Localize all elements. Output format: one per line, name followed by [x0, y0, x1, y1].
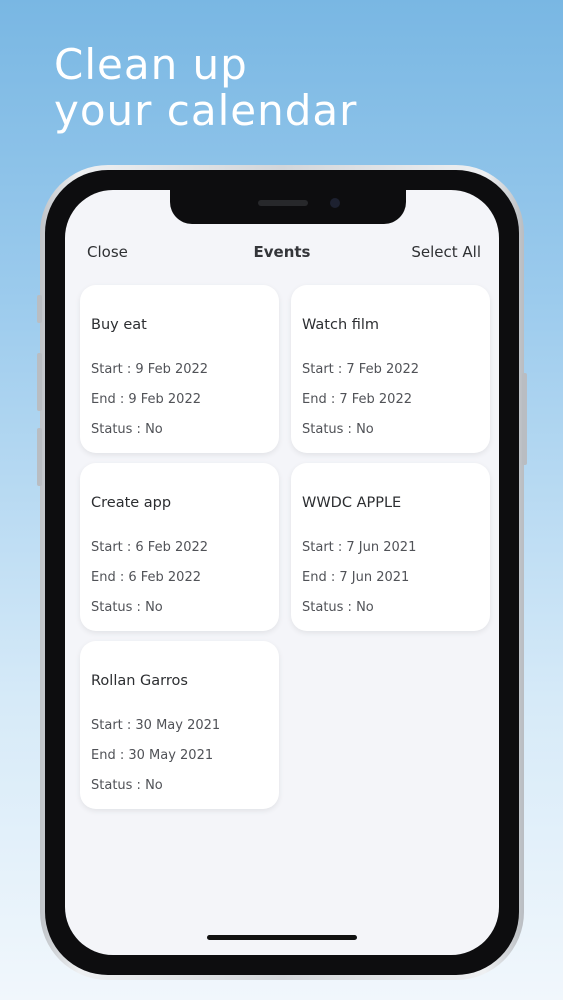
speaker-icon: [258, 200, 308, 206]
event-status: Status : No: [302, 422, 374, 437]
event-end: End : 7 Jun 2021: [302, 570, 410, 585]
event-status: Status : No: [91, 422, 163, 437]
headline-line-2: your calendar: [54, 86, 358, 135]
volume-down-button: [37, 428, 42, 486]
event-start: Start : 6 Feb 2022: [91, 540, 209, 555]
event-end: End : 7 Feb 2022: [302, 392, 412, 407]
mute-switch: [37, 295, 42, 323]
side-button: [522, 373, 527, 465]
event-title: Buy eat: [91, 317, 147, 333]
event-start: Start : 7 Jun 2021: [302, 540, 417, 555]
event-card[interactable]: Create app Start : 6 Feb 2022 End : 6 Fe…: [80, 463, 279, 631]
select-all-button[interactable]: Select All: [411, 243, 481, 261]
event-end: End : 9 Feb 2022: [91, 392, 201, 407]
event-card[interactable]: Watch film Start : 7 Feb 2022 End : 7 Fe…: [291, 285, 490, 453]
volume-up-button: [37, 353, 42, 411]
event-status: Status : No: [302, 600, 374, 615]
headline-line-1: Clean up: [54, 40, 248, 89]
event-card[interactable]: WWDC APPLE Start : 7 Jun 2021 End : 7 Ju…: [291, 463, 490, 631]
event-card[interactable]: Rollan Garros Start : 30 May 2021 End : …: [80, 641, 279, 809]
phone-frame: Close Events Select All Buy eat Start : …: [37, 165, 527, 980]
event-card[interactable]: Buy eat Start : 9 Feb 2022 End : 9 Feb 2…: [80, 285, 279, 453]
event-start: Start : 30 May 2021: [91, 718, 221, 733]
notch: [170, 190, 406, 224]
phone-screen: Close Events Select All Buy eat Start : …: [65, 190, 499, 955]
event-start: Start : 9 Feb 2022: [91, 362, 209, 377]
navigation-bar: Close Events Select All: [65, 237, 499, 269]
event-status: Status : No: [91, 600, 163, 615]
home-indicator[interactable]: [207, 935, 357, 940]
event-title: Create app: [91, 495, 172, 511]
event-start: Start : 7 Feb 2022: [302, 362, 420, 377]
event-end: End : 30 May 2021: [91, 748, 214, 763]
event-title: Rollan Garros: [91, 673, 188, 689]
phone-bezel: Close Events Select All Buy eat Start : …: [45, 170, 519, 975]
promo-headline: Clean up your calendar: [54, 42, 357, 134]
camera-icon: [330, 198, 340, 208]
event-status: Status : No: [91, 778, 163, 793]
event-title: Watch film: [302, 317, 380, 333]
event-title: WWDC APPLE: [302, 495, 402, 511]
event-end: End : 6 Feb 2022: [91, 570, 201, 585]
